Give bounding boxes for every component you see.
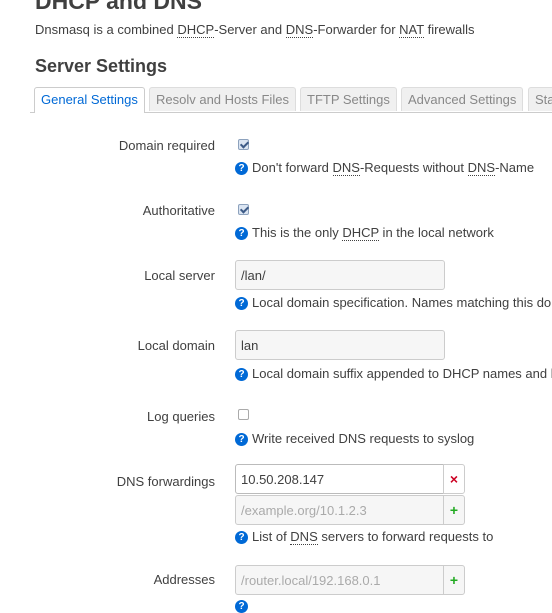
addresses-input[interactable] [235,565,445,595]
log-queries-checkbox[interactable] [238,409,249,420]
add-forwarding-button[interactable]: + [443,495,465,525]
local-server-input[interactable] [235,260,445,290]
help-icon: ? [235,531,248,544]
local-domain-label: Local domain [137,338,215,353]
remove-forwarding-button[interactable]: × [443,464,465,494]
dns-forwardings-help: ? List of DNS servers to forward requests… [235,529,493,545]
tab-advanced-settings[interactable]: Advanced Settings [401,87,524,111]
dns-forwarding-input[interactable] [235,464,445,494]
tab-resolv-hosts-files[interactable]: Resolv and Hosts Files [149,87,296,111]
tab-tftp-settings[interactable]: TFTP Settings [300,87,397,111]
help-icon: ? [235,227,248,240]
tab-statistics[interactable]: Sta [528,87,552,111]
help-icon: ? [235,600,248,613]
help-icon: ? [235,162,248,175]
tab-general-settings[interactable]: General Settings [34,87,145,113]
domain-required-help: ? Don't forward DNS-Requests without DNS-… [235,160,534,176]
local-server-help: ? Local domain specification. Names match… [235,295,551,310]
help-icon: ? [235,368,248,381]
settings-tabs: General Settings Resolv and Hosts Files … [30,87,552,113]
domain-required-label: Domain required [118,138,215,153]
dns-forwardings-label: DNS forwardings [116,474,215,489]
local-domain-help: ? Local domain suffix appended to DHCP na… [235,366,552,381]
help-icon: ? [235,297,248,310]
log-queries-label: Log queries [147,409,215,424]
domain-required-checkbox[interactable] [238,139,249,150]
add-address-button[interactable]: + [443,565,465,595]
log-queries-help: ? Write received DNS requests to syslog [235,431,474,446]
authoritative-label: Authoritative [142,203,215,218]
page-description: Dnsmasq is a combined DHCP-Server and DN… [35,22,475,38]
local-server-label: Local server [144,268,215,283]
help-icon: ? [235,433,248,446]
authoritative-checkbox[interactable] [238,204,249,215]
section-title: Server Settings [35,56,168,76]
authoritative-help: ? This is the only DHCP in the local netw… [235,225,494,241]
page-title: DHCP and DNS [35,0,202,14]
addresses-help: ? [235,598,252,613]
addresses-label: Addresses [153,572,215,587]
local-domain-input[interactable] [235,330,445,360]
dns-forwarding-new-input[interactable] [235,495,445,525]
